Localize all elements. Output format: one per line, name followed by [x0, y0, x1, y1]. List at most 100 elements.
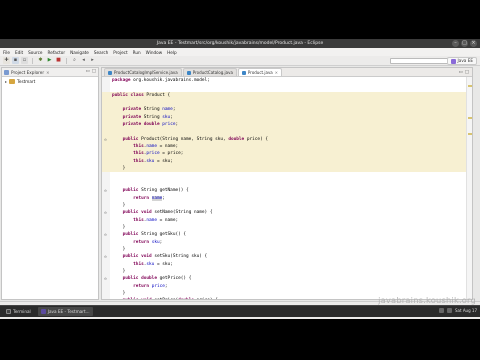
code-line[interactable]: this.sku = sku; [102, 261, 466, 268]
clock[interactable]: Sat Aug 17 [455, 308, 477, 313]
code-line[interactable] [102, 99, 466, 107]
code-line[interactable]: } [102, 224, 466, 231]
tree-item-label: Testmart [17, 79, 36, 84]
forward-icon[interactable]: ▸ [89, 57, 96, 64]
volume-icon[interactable] [446, 308, 452, 313]
code-line[interactable]: return price; [102, 283, 466, 290]
tab-product[interactable]: Product.java ✕ [237, 68, 282, 76]
code-line[interactable]: public class Product { [102, 91, 466, 100]
code-line[interactable]: } [102, 246, 466, 253]
code-line[interactable] [102, 84, 466, 91]
java-file-icon [241, 70, 246, 75]
fold-toggle-icon[interactable]: ⊖ [103, 276, 108, 281]
menu-item-search[interactable]: Search [94, 50, 108, 55]
tree-item-testmart[interactable]: ▸ Testmart [5, 79, 98, 84]
save-icon[interactable]: ▪ [12, 57, 19, 64]
server-icon[interactable]: ■ [55, 57, 62, 64]
debug-icon[interactable]: ✱ [37, 57, 44, 64]
code-line[interactable]: public String getName() {⊖ [102, 187, 466, 194]
search-icon[interactable]: ⌕ [71, 57, 78, 64]
tab-productcatalogimplservice[interactable]: ProductCatalogImplService.java [104, 68, 182, 76]
code-line[interactable] [102, 172, 466, 179]
minimize-icon[interactable]: – [452, 40, 459, 47]
print-icon[interactable]: ▫ [21, 57, 28, 64]
code-line[interactable]: public String getSku() {⊖ [102, 231, 466, 238]
code-line[interactable] [102, 180, 466, 187]
java-file-icon [108, 70, 112, 75]
code-line[interactable]: private String name; [102, 106, 466, 114]
network-icon[interactable] [438, 308, 444, 313]
window-title: Java EE - Testmart/src/org/koushik/javab… [156, 41, 324, 46]
new-icon[interactable]: ✚ [3, 57, 10, 64]
menu-item-refactor[interactable]: Refactor [48, 50, 66, 55]
code-line[interactable]: public Product(String name, String sku, … [102, 135, 466, 144]
fold-toggle-icon[interactable]: ⊖ [103, 210, 108, 215]
code-line[interactable]: this.name = name; [102, 217, 466, 224]
menu-item-project[interactable]: Project [113, 50, 127, 55]
code-line[interactable]: } [102, 268, 466, 275]
perspective-button[interactable]: Java EE [446, 57, 477, 65]
menu-item-run[interactable]: Run [133, 50, 141, 55]
fold-toggle-icon[interactable]: ⊖ [103, 298, 108, 299]
menu-item-navigate[interactable]: Navigate [70, 50, 89, 55]
editor-tabbar: ProductCatalogImplService.java ProductCa… [102, 68, 472, 77]
taskbar-app-label: Terminal [13, 309, 31, 314]
overview-ruler[interactable] [466, 77, 472, 299]
code-line[interactable]: this.name = name; [102, 143, 466, 151]
taskbar-app-terminal[interactable]: Terminal [3, 307, 34, 316]
menu-item-help[interactable]: Help [167, 50, 177, 55]
fold-toggle-icon[interactable]: ⊖ [103, 188, 108, 193]
close-icon[interactable]: ✕ [46, 70, 49, 75]
code-line[interactable]: package org.koushik.javabrains.model; [102, 77, 466, 84]
os-taskbar: Terminal Java EE - Testmart... Sat Aug 1… [0, 305, 480, 317]
editor-controls: ▭ □ [458, 70, 469, 75]
run-icon[interactable]: ▶ [46, 57, 53, 64]
code-line[interactable]: public double getPrice() {⊖ [102, 275, 466, 282]
quick-access-input[interactable] [390, 58, 448, 64]
minimize-icon[interactable]: ▭ [85, 69, 89, 74]
toolbar-separator [66, 57, 67, 64]
overview-marker [468, 133, 472, 135]
maximize-icon[interactable]: □ [465, 70, 469, 75]
fold-toggle-icon[interactable]: ⊖ [103, 137, 108, 142]
taskbar-app-label: Java EE - Testmart... [47, 309, 90, 314]
menu-item-window[interactable]: Window [146, 50, 163, 55]
code-line[interactable]: } [102, 165, 466, 173]
code-line[interactable] [102, 128, 466, 136]
menu-item-edit[interactable]: Edit [15, 50, 23, 55]
eclipse-icon [40, 309, 46, 314]
menu-item-file[interactable]: File [3, 50, 10, 55]
maximize-icon[interactable]: □ [461, 40, 468, 47]
menu-bar: File Edit Source Refactor Navigate Searc… [0, 48, 480, 56]
chevron-right-icon[interactable]: ▸ [5, 79, 7, 84]
project-folder-icon [9, 79, 16, 84]
back-icon[interactable]: ◂ [80, 57, 87, 64]
window-titlebar: Java EE - Testmart/src/org/koushik/javab… [0, 39, 480, 48]
code-line[interactable]: private String sku; [102, 113, 466, 122]
code-line[interactable]: private double price; [102, 121, 466, 129]
code-line[interactable]: return name; [102, 195, 466, 202]
code-line[interactable]: } [102, 202, 466, 209]
project-explorer-panel: Project Explorer ✕ ▭ □ ▸ Testmart [1, 67, 99, 300]
project-explorer-icon [4, 69, 9, 75]
fold-toggle-icon[interactable]: ⊖ [103, 254, 108, 259]
watermark-text: javabrains.koushik.org [378, 295, 476, 305]
code-area[interactable]: package org.koushik.javabrains.model; pub… [102, 77, 472, 299]
tab-label: ProductCatalogImplService.java [114, 70, 178, 75]
tab-label: ProductCatalog.java [192, 70, 233, 75]
code-editor: ProductCatalogImplService.java ProductCa… [101, 67, 473, 300]
maximize-icon[interactable]: □ [92, 69, 96, 74]
taskbar-app-eclipse[interactable]: Java EE - Testmart... [37, 307, 93, 316]
tab-productcatalog[interactable]: ProductCatalog.java [182, 68, 237, 76]
close-icon[interactable]: ✕ [275, 70, 278, 75]
minimize-icon[interactable]: ▭ [458, 70, 462, 75]
code-line[interactable]: return sku; [102, 239, 466, 246]
code-line[interactable]: this.sku = sku; [102, 157, 466, 166]
code-line[interactable]: public void setName(String name) {⊖ [102, 209, 466, 216]
code-line[interactable]: public void setSku(String sku) {⊖ [102, 253, 466, 260]
project-explorer-tab[interactable]: Project Explorer ✕ ▭ □ [2, 68, 98, 77]
menu-item-source[interactable]: Source [28, 50, 42, 55]
close-icon[interactable]: × [470, 40, 477, 47]
code-line[interactable]: this.price = price; [102, 150, 466, 158]
fold-toggle-icon[interactable]: ⊖ [103, 232, 108, 237]
